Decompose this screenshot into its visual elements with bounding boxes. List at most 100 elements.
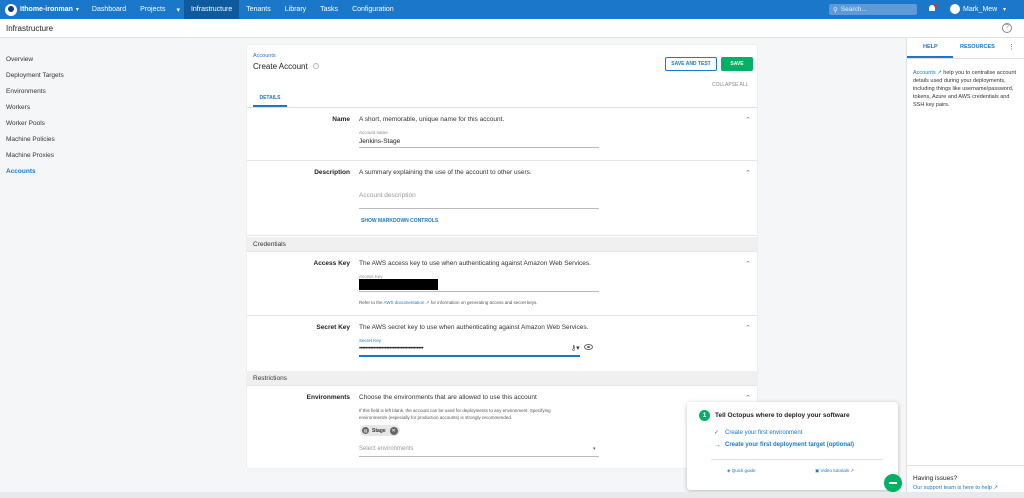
environments-help-line-1: If this field is left blank, the account… bbox=[359, 408, 551, 413]
help-divider bbox=[907, 465, 1024, 466]
show-password-eye-icon[interactable] bbox=[584, 344, 593, 350]
sidebar-item-machine-proxies[interactable]: Machine Proxies bbox=[0, 148, 64, 164]
aws-documentation-link[interactable]: AWS documentation bbox=[384, 300, 425, 305]
nav-infrastructure[interactable]: Infrastructure bbox=[183, 0, 240, 19]
help-tab-divider bbox=[907, 58, 1024, 59]
support-link[interactable]: Our support team is here to help ↗ bbox=[913, 485, 998, 491]
select-environments-input[interactable]: Select environments bbox=[359, 446, 413, 452]
help-tab[interactable]: HELP bbox=[923, 44, 938, 50]
environment-icon: ▤ bbox=[362, 427, 369, 434]
sidebar-item-worker-pools[interactable]: Worker Pools bbox=[0, 116, 64, 132]
access-key-section: Access Key The AWS access key to use whe… bbox=[247, 252, 757, 316]
onboarding-divider bbox=[711, 459, 883, 460]
account-name-input[interactable]: Jenkins-Stage bbox=[359, 138, 400, 145]
nav-tasks[interactable]: Tasks bbox=[313, 0, 345, 19]
description-section: Description A summary explaining the use… bbox=[247, 161, 757, 236]
sidebar-item-deployment-targets[interactable]: Deployment Targets bbox=[0, 68, 64, 84]
sidebar-item-overview[interactable]: Overview bbox=[0, 52, 64, 68]
sidebar-item-environments[interactable]: Environments bbox=[0, 84, 64, 100]
user-avatar[interactable] bbox=[950, 4, 960, 14]
form-help-icon[interactable]: ? bbox=[313, 63, 319, 69]
credentials-section-header: Credentials bbox=[247, 237, 757, 252]
select-environments-underline bbox=[359, 456, 599, 457]
access-key-description: The AWS access key to use when authentic… bbox=[359, 260, 591, 267]
nav-dashboard[interactable]: Dashboard bbox=[85, 0, 133, 19]
environments-description: Choose the environments that are allowed… bbox=[359, 394, 537, 401]
video-tutorials-link[interactable]: ▣ Video tutorials ↗ bbox=[815, 468, 854, 474]
help-panel: HELP RESOURCES ⋮ Accounts ↗ help you to … bbox=[906, 38, 1024, 498]
remove-chip-icon[interactable]: ✕ bbox=[389, 426, 398, 435]
name-label: Name bbox=[332, 116, 350, 123]
secret-key-description: The AWS secret key to use when authentic… bbox=[359, 324, 589, 331]
restrictions-title: Restrictions bbox=[253, 375, 287, 382]
create-account-card: Accounts Create Account ? SAVE AND TEST … bbox=[247, 45, 757, 468]
access-key-chevron-up-icon[interactable]: ⌃ bbox=[745, 260, 751, 268]
arrow-right-icon: → bbox=[714, 442, 721, 449]
nav-tenants[interactable]: Tenants bbox=[239, 0, 278, 19]
onboarding-title: Tell Octopus where to deploy your softwa… bbox=[715, 412, 850, 419]
create-environment-link[interactable]: Create your first environment bbox=[725, 430, 802, 436]
sidebar-item-accounts[interactable]: Accounts bbox=[0, 164, 64, 180]
space-switcher[interactable]: Ithome-ironman bbox=[20, 6, 73, 13]
save-button[interactable]: SAVE bbox=[721, 57, 753, 71]
access-key-underline bbox=[359, 291, 599, 292]
external-link-icon: ↗ bbox=[850, 468, 855, 473]
create-deployment-target-link[interactable]: Create your first deployment target (opt… bbox=[725, 442, 854, 448]
environments-section: Environments Choose the environments tha… bbox=[247, 386, 757, 468]
projects-caret-down-icon[interactable]: ▾ bbox=[172, 0, 184, 19]
nav-configuration[interactable]: Configuration bbox=[345, 0, 401, 19]
nav-projects[interactable]: Projects bbox=[133, 0, 172, 19]
help-icon[interactable]: ? bbox=[1002, 23, 1012, 33]
account-name-label: Account name bbox=[359, 130, 388, 135]
collapse-all-link[interactable]: COLLAPSE ALL bbox=[712, 82, 748, 88]
check-icon: ✓ bbox=[714, 430, 720, 436]
onboarding-popup: 1 Tell Octopus where to deploy your soft… bbox=[687, 402, 898, 490]
video-icon: ▣ bbox=[815, 468, 820, 473]
environments-help-line-2: environment/s (especially for production… bbox=[359, 415, 513, 420]
show-markdown-controls-link[interactable]: SHOW MARKDOWN CONTROLS bbox=[361, 218, 438, 224]
select-caret-down-icon[interactable]: ▾ bbox=[593, 446, 596, 452]
page-header: Infrastructure ? bbox=[0, 19, 1024, 38]
external-link-icon: ↗ bbox=[425, 300, 430, 305]
form-title: Create Account bbox=[253, 62, 308, 71]
notification-bell-icon[interactable] bbox=[929, 4, 937, 13]
user-menu[interactable]: Mark_Mew bbox=[963, 6, 997, 13]
tab-details[interactable]: DETAILS bbox=[253, 95, 287, 107]
account-description-underline bbox=[359, 208, 599, 209]
space-caret-down-icon[interactable]: ▾ bbox=[76, 6, 79, 13]
more-options-icon[interactable]: ⋮ bbox=[1008, 43, 1015, 51]
environment-chip-label: Stage bbox=[372, 427, 386, 434]
user-caret-down-icon[interactable]: ▾ bbox=[1003, 6, 1006, 13]
access-key-help: Refer to the AWS documentation ↗ for inf… bbox=[359, 300, 538, 305]
resources-tab[interactable]: RESOURCES bbox=[960, 44, 995, 50]
search-placeholder: Search... bbox=[840, 6, 867, 13]
description-label: Description bbox=[314, 169, 350, 176]
secret-key-input[interactable]: •••••••••••••••••••••••••••••••••••••••• bbox=[359, 346, 424, 352]
environments-chevron-up-icon[interactable]: ⌃ bbox=[745, 394, 751, 402]
secret-key-underline bbox=[359, 355, 580, 357]
breadcrumb[interactable]: Accounts bbox=[253, 53, 276, 59]
quick-guide-icon: ◈ bbox=[727, 468, 731, 473]
accounts-help-link[interactable]: Accounts bbox=[913, 70, 936, 76]
description-chevron-up-icon[interactable]: ⌃ bbox=[745, 169, 751, 177]
main-nav: Dashboard Projects ▾ Infrastructure Tena… bbox=[85, 0, 401, 19]
page-title: Infrastructure bbox=[6, 24, 54, 33]
access-key-input-redacted[interactable] bbox=[359, 279, 438, 290]
name-section: Name A short, memorable, unique name for… bbox=[247, 108, 757, 161]
help-text: Accounts ↗ help you to centralise accoun… bbox=[913, 70, 1017, 108]
sidebar-item-workers[interactable]: Workers bbox=[0, 100, 64, 116]
bottom-edge bbox=[0, 492, 1024, 498]
account-description-input[interactable]: Account description bbox=[359, 192, 416, 199]
quick-guide-link[interactable]: ◈ Quick guide bbox=[727, 468, 756, 474]
minimize-onboarding-button[interactable] bbox=[884, 474, 902, 492]
environment-chip: ▤ Stage ✕ bbox=[360, 425, 400, 436]
external-link-icon: ↗ bbox=[937, 70, 942, 76]
sidebar-item-machine-policies[interactable]: Machine Policies bbox=[0, 132, 64, 148]
save-and-test-button[interactable]: SAVE AND TEST bbox=[665, 57, 717, 71]
secret-key-chevron-up-icon[interactable]: ⌃ bbox=[745, 324, 751, 332]
key-icon[interactable]: ⚷▾ bbox=[571, 344, 580, 352]
nav-library[interactable]: Library bbox=[278, 0, 313, 19]
name-chevron-up-icon[interactable]: ⌃ bbox=[745, 116, 751, 124]
search-input[interactable]: ⚲ Search... bbox=[829, 4, 917, 15]
octopus-logo-icon[interactable] bbox=[5, 3, 17, 16]
